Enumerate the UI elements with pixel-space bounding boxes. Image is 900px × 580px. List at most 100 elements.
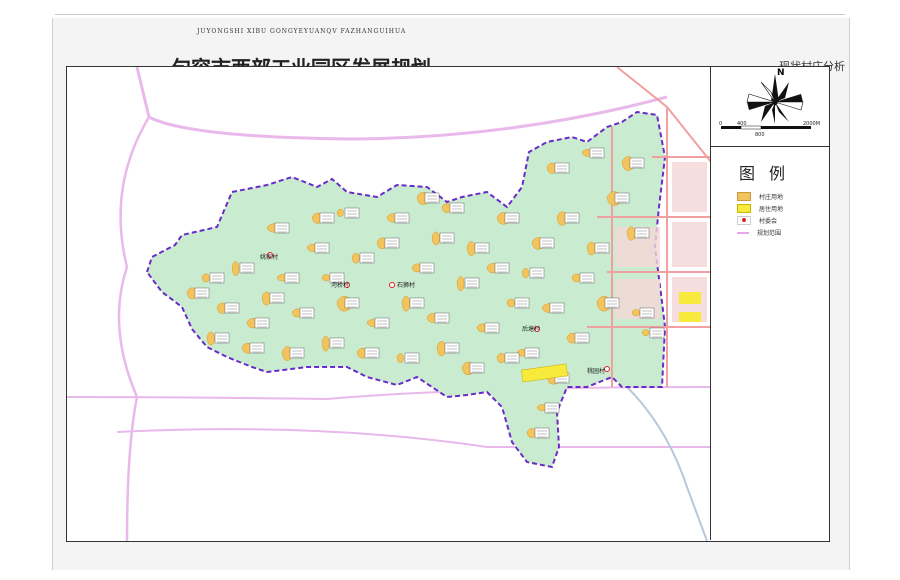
village-patch [586,241,596,256]
village-patch [231,261,240,276]
village-label-box [594,242,610,254]
compass-box: N 0 400 800 2000M [711,66,829,147]
village-label-box [384,237,400,249]
village-patch [206,331,215,346]
village-label-box [299,307,315,319]
village-label-box [554,162,570,174]
village-patch [526,428,537,438]
village-patch [496,353,506,364]
road-outline-north [135,67,668,141]
village-patch [456,276,465,292]
road-outline-west [117,116,151,541]
village-patch [431,231,440,246]
village-label-box [214,332,230,344]
village-patch [571,273,581,283]
village-patch [336,208,344,217]
village-patch [396,353,404,363]
village-label-box [359,252,375,264]
side-panel: N 0 400 800 2000M 图例 村庄用地 居住用地 村委会 规划范围 [710,66,829,540]
village-label-box [634,227,650,239]
village-label-box [474,242,490,254]
village-label-box [284,272,300,284]
village-label-box [274,222,290,234]
water-channel [626,386,708,541]
village-label-box [649,327,665,339]
village-label-box [239,262,255,274]
legend-swatch-village [737,192,751,201]
map-canvas[interactable] [67,67,711,541]
village-label-box [484,322,500,334]
village-patch [401,295,411,312]
village-label-box [394,212,410,224]
village-label-box [254,317,270,329]
village-label-box [434,312,450,324]
village-label-box [539,237,555,249]
legend-item-2: 村委会 [737,216,777,225]
village-label-box [464,277,480,289]
village-patch [321,274,331,282]
village-label-box [329,337,345,349]
village-label-box [249,342,265,354]
legend-swatch-residential [737,204,751,213]
legend-label-3: 规划范围 [757,230,782,237]
village-label-box [329,272,345,284]
village-label-box [529,267,545,279]
scale-label-3: 2000M [803,121,821,127]
legend: 图例 村庄用地 居住用地 村委会 规划范围 [711,146,829,306]
village-patch [626,226,636,241]
village-label-box [494,262,510,274]
village-patch [201,273,210,283]
road-south-2 [116,428,711,448]
scale-bar [721,125,811,130]
village-patch [466,241,476,256]
village-label-box [574,332,590,344]
pinyin-title: JUYONGSHI XIBU GONGYEYUANQV FAZHANGUIHUA [197,28,407,35]
village-patch [631,309,641,317]
village-label-box [344,207,360,219]
legend-label-0: 村庄用地 [759,194,784,201]
village-label-box [589,147,605,159]
village-label-box [424,192,440,204]
legend-item-1: 居住用地 [737,204,783,213]
legend-title: 图例 [739,164,800,183]
village-patch [641,329,650,337]
village-label-box [419,262,435,274]
village-label-box [514,297,530,309]
legend-label-1: 居住用地 [759,206,784,213]
village-label-box [404,352,420,364]
compass-rose-icon: N [721,68,811,130]
village-label-box [524,347,540,359]
village-label-box [344,297,360,309]
scale-label-0: 0 [719,121,723,127]
scale-label-2: 800 [755,132,765,138]
village-label-box [449,202,465,214]
village-label-box [269,292,285,304]
village-label-box [194,287,210,299]
village-label-box [439,232,455,244]
park-area[interactable] [145,110,667,469]
village-label-box [469,362,485,374]
village-label-box [614,192,630,204]
scale-label-1: 400 [737,121,747,127]
village-label-box [409,297,425,309]
village-patch [261,291,271,306]
village-label-box [534,427,550,439]
legend-item-0: 村庄用地 [737,192,783,201]
village-label-box [319,212,335,224]
village-label-box [504,212,520,224]
legend-label-2: 村委会 [759,218,778,225]
village-patch [321,335,330,352]
village-patch [506,298,515,308]
village-label-box [444,342,460,354]
road-south-1 [67,386,711,401]
village-label-box [564,212,580,224]
village-label-box [289,347,305,359]
village-label-box [579,272,595,284]
village-label-box [629,157,645,169]
village-patch [351,252,360,264]
legend-swatch-committee-icon [737,216,751,225]
village-label-box [374,317,390,329]
village-label-box [209,272,225,284]
village-label-box [224,302,240,314]
village-label-box [544,402,560,414]
